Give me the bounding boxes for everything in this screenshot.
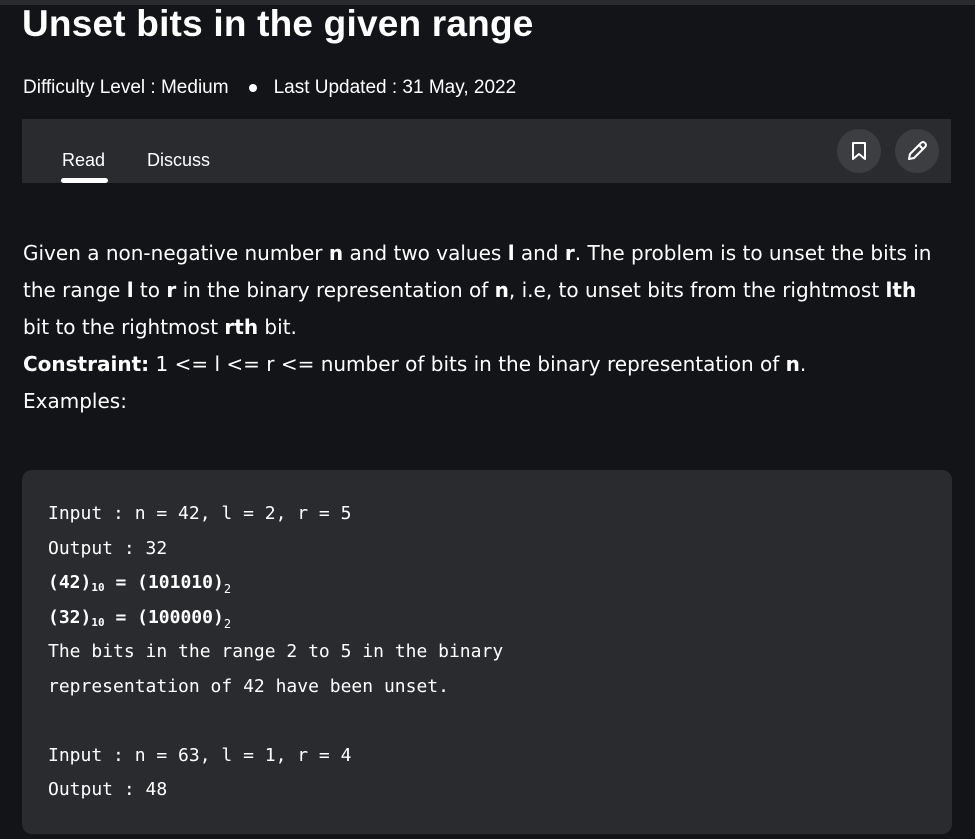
examples-heading: Examples: — [23, 389, 127, 413]
difficulty-level: Difficulty Level : Medium — [23, 77, 229, 98]
code-line: (32)10 = (100000)2 — [48, 606, 232, 631]
tab-discuss[interactable]: Discuss — [147, 149, 210, 171]
article-content: Given a non-negative number n and two va… — [23, 235, 948, 420]
code-example-box: Input : n = 42, l = 2, r = 5 Output : 32… — [22, 470, 952, 834]
code-line: The bits in the range 2 to 5 in the bina… — [48, 641, 504, 662]
tab-read[interactable]: Read — [62, 149, 105, 171]
code-block: Input : n = 42, l = 2, r = 5 Output : 32… — [48, 497, 503, 808]
bookmark-button[interactable] — [837, 129, 881, 173]
code-line: Input : n = 63, l = 1, r = 4 — [48, 744, 352, 766]
article-meta: Difficulty Level : Medium Last Updated :… — [23, 76, 516, 100]
code-line: representation of 42 have been unset. — [48, 675, 449, 697]
constraint: Constraint: 1 <= l <= r <= number of bit… — [23, 352, 807, 376]
code-line: (42)10 = (101010)2 — [48, 572, 232, 596]
pencil-icon — [908, 141, 927, 160]
code-line: Output : 32 — [48, 537, 168, 559]
separator-dot — [248, 84, 257, 92]
edit-button[interactable] — [895, 129, 939, 173]
active-tab-indicator — [61, 178, 108, 183]
problem-statement: Given a non-negative number n and two va… — [23, 241, 932, 339]
code-line: Input : n = 42, l = 2, r = 5 — [48, 503, 352, 524]
bookmark-icon — [852, 142, 866, 160]
code-line: Output : 48 — [48, 779, 168, 800]
last-updated: Last Updated : 31 May, 2022 — [273, 77, 517, 98]
page-title: Unset bits in the given range — [22, 3, 534, 44]
article-tab-bar: Read Discuss — [22, 119, 951, 183]
